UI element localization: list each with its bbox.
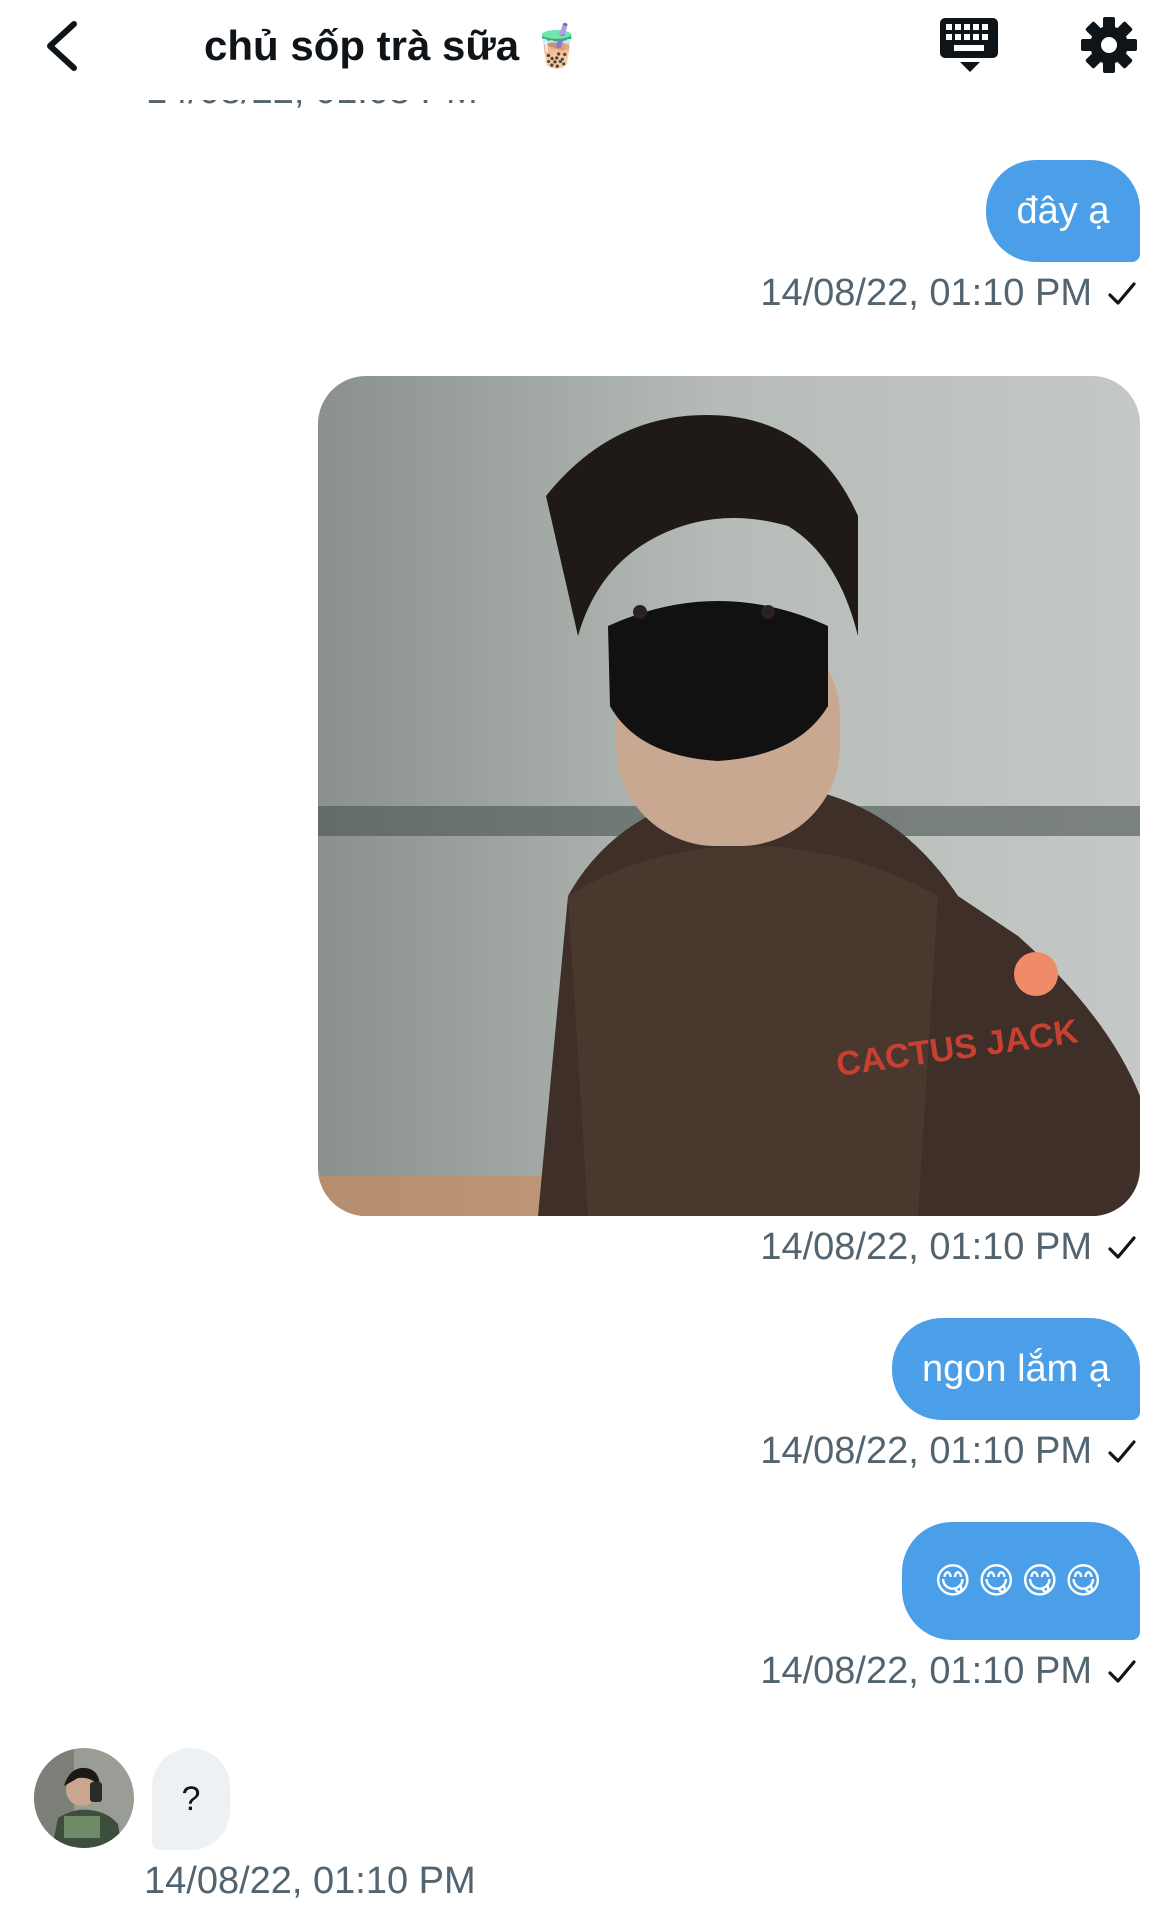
- message-timestamp: 14/08/22, 01:10 PM: [760, 272, 1138, 315]
- message-timestamp: 14/08/22, 01:10 PM: [760, 1650, 1138, 1693]
- message-text: ngon lắm ạ: [921, 1347, 1110, 1390]
- message-timestamp: 14/08/22, 01:10 PM: [760, 1430, 1138, 1473]
- keyboard-button[interactable]: [938, 14, 1002, 76]
- photo-image: CACTUS JACK: [318, 376, 1140, 1216]
- message-text: 😋😋😋😋: [933, 1560, 1109, 1601]
- settings-button[interactable]: [1078, 14, 1140, 76]
- message-text: đây ạ: [1016, 189, 1110, 232]
- outgoing-message-bubble[interactable]: ngon lắm ạ: [892, 1318, 1140, 1420]
- keyboard-icon: [940, 18, 998, 72]
- message-timestamp: 14/08/22, 01:10 PM: [760, 1226, 1138, 1269]
- incoming-message-bubble[interactable]: ?: [152, 1748, 230, 1850]
- message-timestamp: 14/08/22, 01:08 PM: [146, 96, 478, 130]
- sent-check-icon: [1108, 1235, 1136, 1259]
- sent-check-icon: [1108, 281, 1136, 305]
- sent-check-icon: [1108, 1659, 1136, 1683]
- outgoing-message-bubble[interactable]: 😋😋😋😋: [902, 1522, 1140, 1640]
- conversation-header: chủ sốp trà sữa 🧋: [0, 0, 1174, 100]
- sender-avatar[interactable]: [34, 1748, 134, 1848]
- gear-icon: [1081, 17, 1137, 73]
- message-text: ?: [181, 1779, 201, 1818]
- back-button[interactable]: [38, 10, 98, 80]
- conversation-title[interactable]: chủ sốp trà sữa 🧋: [204, 22, 583, 71]
- chevron-left-icon: [47, 21, 77, 71]
- message-timestamp: 14/08/22, 01:10 PM: [144, 1860, 476, 1902]
- sent-check-icon: [1108, 1439, 1136, 1463]
- avatar-image: [34, 1748, 134, 1848]
- outgoing-message-bubble[interactable]: đây ạ: [986, 160, 1140, 262]
- shared-photo[interactable]: CACTUS JACK: [318, 376, 1140, 1216]
